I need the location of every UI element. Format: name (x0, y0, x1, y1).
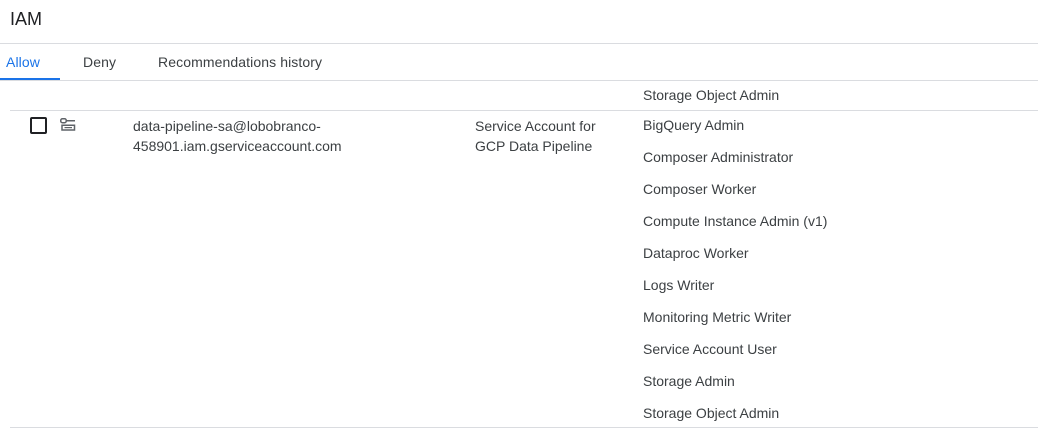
principal-name-line1: Service Account for (475, 118, 596, 134)
title-bar: IAM (0, 0, 1038, 44)
role-list: BigQuery Admin Composer Administrator Co… (643, 116, 827, 428)
row-select-checkbox[interactable] (30, 117, 47, 134)
tab-recommendations-history[interactable]: Recommendations history (158, 44, 322, 80)
tab-deny[interactable]: Deny (83, 44, 116, 80)
role-item: Compute Instance Admin (v1) (643, 213, 828, 229)
service-account-icon (60, 118, 76, 131)
row-divider (10, 110, 1038, 111)
role-item: Composer Administrator (643, 149, 794, 165)
role-item: BigQuery Admin (643, 117, 745, 133)
principal-email[interactable]: data-pipeline-sa@lobobranco- 458901.iam.… (133, 116, 453, 156)
role-item: Dataproc Worker (643, 245, 749, 261)
principal-name: Service Account for GCP Data Pipeline (475, 116, 625, 156)
role-item: Composer Worker (643, 181, 757, 197)
role-item: Service Account User (643, 341, 777, 357)
role-item: Storage Admin (643, 373, 735, 389)
principal-email-line2: 458901.iam.gserviceaccount.com (133, 138, 342, 154)
role-item: Logs Writer (643, 277, 715, 293)
role-item: Monitoring Metric Writer (643, 309, 792, 325)
role-item: Storage Object Admin (643, 405, 780, 421)
page-title: IAM (10, 9, 43, 29)
principal-name-line2: GCP Data Pipeline (475, 138, 593, 154)
tab-allow[interactable]: Allow (0, 44, 60, 80)
principal-email-line1: data-pipeline-sa@lobobranco- (133, 118, 321, 134)
previous-row-role: Storage Object Admin (643, 87, 780, 103)
tab-bar: Allow Deny Recommendations history (0, 44, 1038, 81)
iam-page: IAM Allow Deny Recommendations history S… (0, 0, 1038, 428)
